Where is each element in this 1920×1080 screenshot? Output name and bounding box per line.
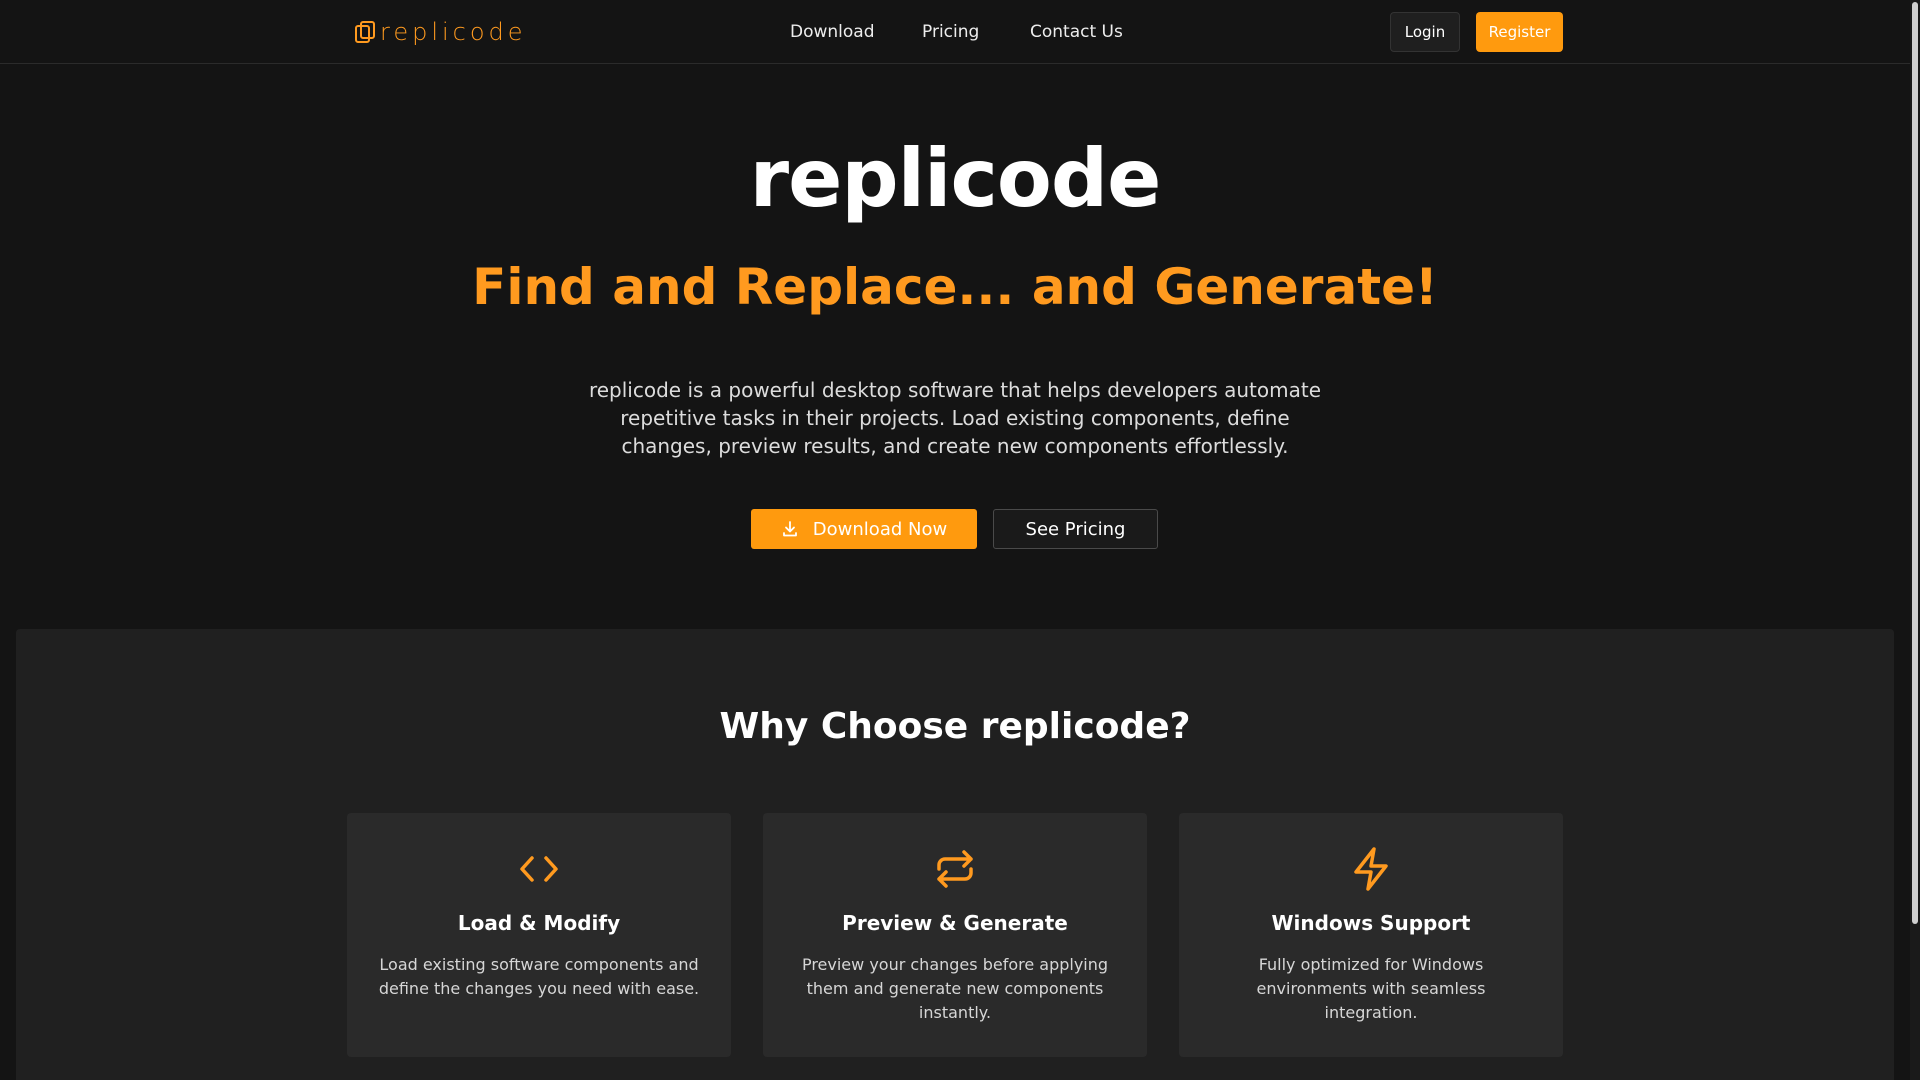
logo-text: replicode: [380, 18, 527, 46]
page: replicode Download Pricing Contact Us Lo…: [0, 0, 1920, 1080]
logo-icon: [355, 21, 375, 43]
feature-title: Preview & Generate: [842, 911, 1068, 935]
feature-card-preview-generate: Preview & Generate Preview your changes …: [763, 813, 1147, 1057]
register-button[interactable]: Register: [1476, 12, 1563, 52]
repeat-icon: [937, 850, 973, 888]
nav-download[interactable]: Download: [790, 22, 875, 42]
scrollbar[interactable]: [1910, 0, 1920, 1080]
see-pricing-button[interactable]: See Pricing: [993, 509, 1158, 549]
download-now-button[interactable]: Download Now: [751, 509, 977, 549]
code-icon: [520, 856, 558, 882]
feature-text: Load existing software components and de…: [378, 955, 700, 998]
hero-description: replicode is a powerful desktop software…: [588, 378, 1322, 458]
feature-text: Fully optimized for Windows environments…: [1256, 955, 1486, 1022]
lightning-icon: [1354, 847, 1388, 891]
login-button[interactable]: Login: [1390, 12, 1460, 52]
features-title: Why Choose replicode?: [719, 706, 1191, 747]
download-now-label: Download Now: [812, 518, 948, 540]
feature-title: Load & Modify: [457, 911, 621, 935]
nav-pricing[interactable]: Pricing: [922, 22, 979, 42]
hero-subtitle: Find and Replace... and Generate!: [472, 258, 1438, 316]
site-header: replicode Download Pricing Contact Us Lo…: [0, 0, 1910, 64]
nav-contact-us[interactable]: Contact Us: [1030, 22, 1123, 42]
download-icon: [782, 521, 797, 537]
feature-card-windows-support: Windows Support Fully optimized for Wind…: [1179, 813, 1563, 1057]
feature-title: Windows Support: [1271, 911, 1471, 935]
feature-card-load-modify: Load & Modify Load existing software com…: [347, 813, 731, 1057]
scrollbar-thumb[interactable]: [1912, 2, 1918, 924]
feature-text: Preview your changes before applying the…: [801, 955, 1109, 1022]
logo[interactable]: replicode: [354, 16, 527, 48]
hero-title: replicode: [749, 132, 1162, 225]
